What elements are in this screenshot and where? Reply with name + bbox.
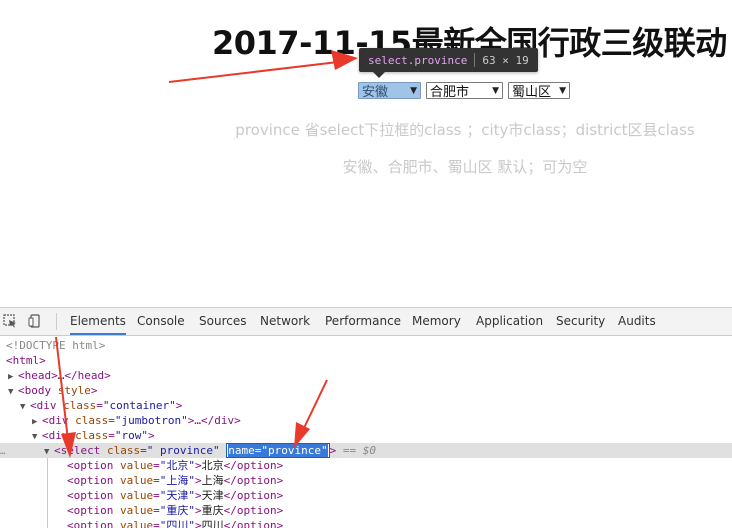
dom-select-province[interactable]: … ▼ <select class=" province" name="provi…: [0, 443, 376, 458]
collapse-triangle-icon[interactable]: ▼: [44, 445, 54, 460]
dom-div-container[interactable]: ▼ <div class="container">: [20, 398, 182, 413]
div-row-attr: class: [75, 429, 109, 442]
select-tag: <select: [54, 444, 101, 457]
description-line-2: 安徽、合肥市、蜀山区 默认；可为空: [342, 158, 588, 176]
city-select[interactable]: 合肥市 ▼: [426, 82, 503, 100]
option-attr: value: [119, 474, 154, 487]
head-close: </head>: [64, 369, 111, 382]
div-jumbotron-value: "jumbotron": [114, 414, 188, 427]
tab-console[interactable]: Console: [137, 308, 185, 335]
web-page-viewport: 2017-11-15最新全国行政三级联动 select .province 63 …: [0, 0, 732, 307]
div-row-tag: <div: [42, 429, 69, 442]
dom-div-row[interactable]: ▼ <div class="row">: [32, 428, 155, 443]
tab-performance[interactable]: Performance: [325, 308, 401, 335]
select-eq-dollar0: == $0: [342, 444, 376, 457]
collapse-triangle-icon[interactable]: ▼: [20, 400, 30, 415]
option-tag: <option: [67, 459, 114, 472]
body-close: >: [90, 384, 98, 397]
select-name-attr-editor[interactable]: name="province": [226, 443, 330, 458]
province-select-value: 安徽: [362, 85, 389, 100]
city-select-value: 合肥市: [430, 85, 470, 100]
option-text: 北京: [201, 459, 224, 472]
body-tag: <body: [18, 384, 52, 397]
inspect-tooltip: select .province 63 × 19: [359, 48, 538, 78]
tab-audits[interactable]: Audits: [618, 308, 656, 335]
elements-dom-tree[interactable]: <!DOCTYPE html> <html> ▶ <head>…</head> ▼…: [0, 336, 732, 528]
select-arrow-icon: ▼: [559, 86, 566, 96]
option-tag: <option: [67, 489, 114, 502]
select-name-attr-text: name="province": [228, 444, 328, 457]
option-value: "上海": [159, 474, 195, 487]
dom-option[interactable]: <option value="天津">天津</option>: [67, 488, 283, 503]
head-open: <head>: [18, 369, 58, 382]
select-class-attr: class: [107, 444, 141, 457]
option-attr: value: [119, 504, 154, 517]
option-attr: value: [119, 459, 154, 472]
select-class-value: " province": [146, 444, 220, 457]
dom-div-jumbotron[interactable]: ▶ <div class="jumbotron">…</div>: [32, 413, 241, 428]
option-text: 天津: [201, 489, 224, 502]
option-close: </option>: [223, 489, 284, 502]
tab-elements[interactable]: Elements: [70, 308, 126, 335]
option-value: "北京": [159, 459, 195, 472]
tab-memory[interactable]: Memory: [412, 308, 461, 335]
devtools-panel: Elements Console Sources Network Perform…: [0, 307, 732, 528]
tab-network[interactable]: Network: [260, 308, 310, 335]
collapse-triangle-icon[interactable]: ▼: [8, 385, 18, 400]
dom-doctype[interactable]: <!DOCTYPE html>: [6, 338, 105, 353]
dom-html[interactable]: <html>: [6, 353, 46, 368]
toolbar-divider: [56, 313, 57, 330]
device-toggle-icon[interactable]: [28, 314, 42, 328]
body-attr: style: [57, 384, 91, 397]
div-jumbotron-close: >…</div>: [187, 414, 241, 427]
div-container-tag: <div: [30, 399, 57, 412]
select-arrow-icon: ▼: [410, 86, 417, 96]
option-value: "天津": [159, 489, 195, 502]
dom-option[interactable]: <option value="上海">上海</option>: [67, 473, 283, 488]
devtools-toolbar: Elements Console Sources Network Perform…: [0, 308, 732, 336]
tab-application[interactable]: Application: [476, 308, 543, 335]
tooltip-class: .province: [407, 53, 468, 67]
doctype-text: <!DOCTYPE html>: [6, 339, 106, 352]
tooltip-tag: select: [368, 53, 408, 67]
tooltip-separator: [474, 53, 476, 67]
tab-sources[interactable]: Sources: [199, 308, 246, 335]
tooltip-dimensions: 63 × 19: [482, 53, 529, 67]
row-ellipsis: …: [0, 447, 6, 457]
select-arrow-icon: ▼: [492, 86, 499, 96]
district-select-value: 蜀山区: [512, 85, 552, 100]
option-text: 上海: [201, 474, 224, 487]
option-tag: <option: [67, 504, 114, 517]
option-close: </option>: [223, 459, 284, 472]
div-container-value: "container": [102, 399, 176, 412]
dom-option[interactable]: <option value="重庆">重庆</option>: [67, 503, 283, 518]
option-value: "重庆": [159, 504, 195, 517]
dom-body[interactable]: ▼ <body style>: [8, 383, 98, 398]
div-row-close: >: [148, 429, 155, 442]
district-select[interactable]: 蜀山区 ▼: [508, 82, 570, 100]
dom-option[interactable]: <option value="北京">北京</option>: [67, 458, 283, 473]
option-text: 重庆: [201, 504, 224, 517]
tree-guide-line: [47, 458, 48, 528]
html-tag: <html>: [6, 354, 46, 367]
province-select[interactable]: 安徽 ▼: [358, 82, 421, 100]
option-close: </option>: [223, 474, 284, 487]
div-container-attr: class: [63, 399, 97, 412]
dom-head[interactable]: ▶ <head>…</head>: [8, 368, 111, 383]
div-row-value: "row": [114, 429, 148, 442]
inspect-element-icon[interactable]: [3, 314, 17, 328]
div-jumbotron-tag: <div: [42, 414, 69, 427]
description-line-1: province 省select下拉框的class ；city市class；di…: [235, 121, 695, 139]
option-close: </option>: [223, 504, 284, 517]
div-container-close: >: [175, 399, 183, 412]
div-jumbotron-attr: class: [75, 414, 109, 427]
option-tag: <option: [67, 474, 114, 487]
option-attr: value: [119, 489, 154, 502]
tab-security[interactable]: Security: [556, 308, 605, 335]
select-close: >: [329, 444, 337, 457]
